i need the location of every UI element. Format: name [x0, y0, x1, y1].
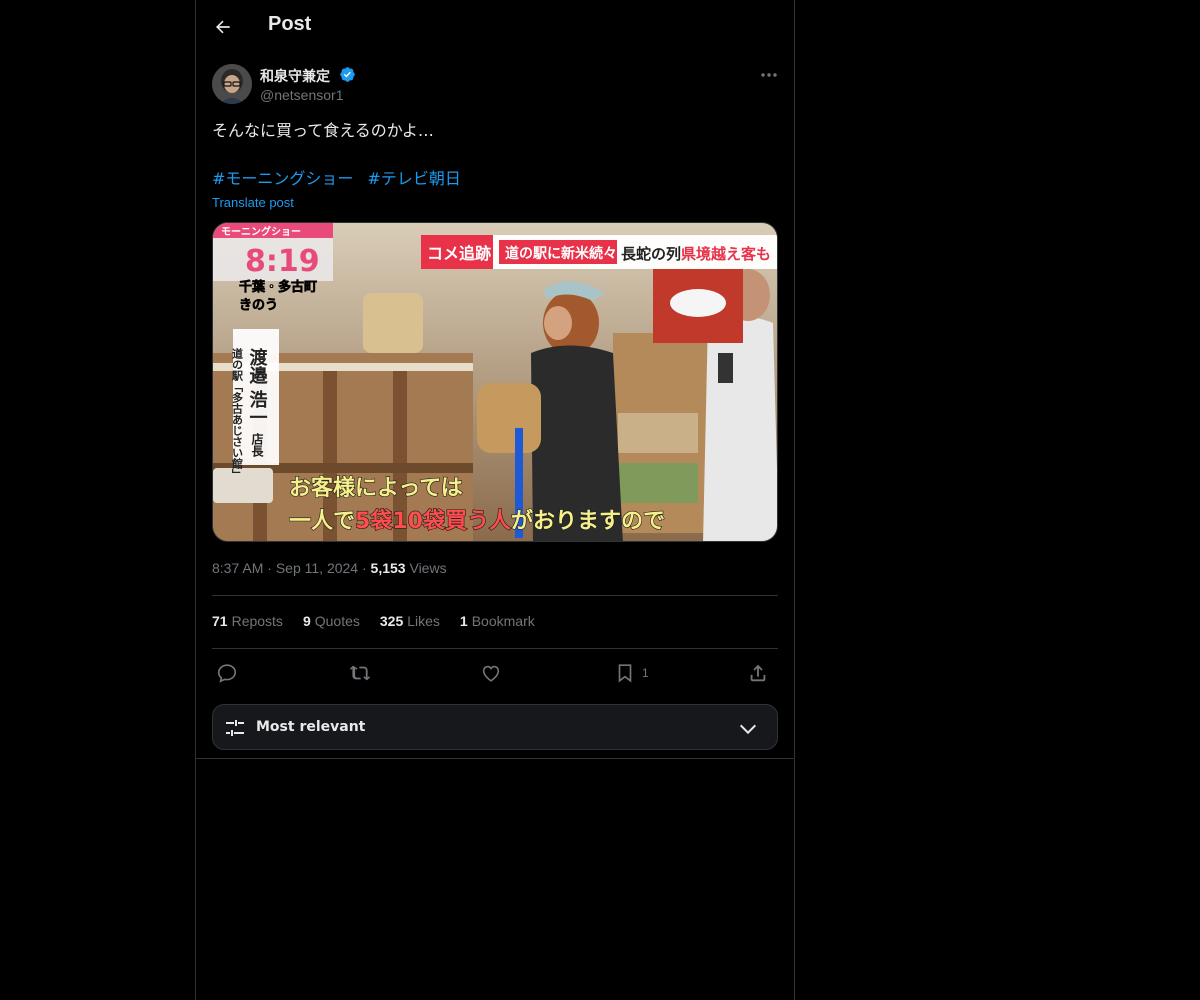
repost-button[interactable]: [349, 660, 371, 686]
speaker-name: 渡邉 浩一: [247, 347, 268, 426]
avatar-image: [212, 64, 252, 104]
separator: ·: [267, 560, 272, 576]
tv-screenshot: モーニングショー 8:19 コメ追跡 道の駅に新米続々 長蛇の列 県境越え客も …: [213, 223, 777, 541]
author-handle[interactable]: @netsensor1: [260, 87, 343, 103]
headline-main: 道の駅に新米続々: [505, 245, 617, 262]
translate-post-link[interactable]: Translate post: [212, 195, 294, 210]
post-date[interactable]: Sep 11, 2024: [276, 560, 358, 576]
post-text: そんなに買って食えるのかよ…: [212, 121, 434, 140]
hashtag-link[interactable]: #テレビ朝日: [367, 169, 460, 188]
repost-icon: [349, 665, 371, 681]
program-label: モーニングショー: [221, 225, 301, 238]
hashtag-link[interactable]: #モーニングショー: [212, 169, 353, 188]
sort-label: Most relevant: [256, 719, 366, 735]
post-media-image[interactable]: モーニングショー 8:19 コメ追跡 道の駅に新米続々 長蛇の列 県境越え客も …: [212, 222, 778, 542]
top-bar: Post: [196, 0, 794, 53]
likes-stat[interactable]: 325 Likes: [380, 613, 440, 629]
verified-badge-icon: [339, 66, 356, 83]
hashtags: #モーニングショー #テレビ朝日: [212, 169, 475, 189]
headline-sub2: 県境越え客も: [681, 245, 771, 263]
arrow-left-icon: [216, 20, 230, 34]
post-timestamp: 8:37 AM · Sep 11, 2024 · 5,153 Views: [212, 560, 447, 576]
action-bar: 1: [212, 658, 778, 688]
sliders-icon: [226, 720, 244, 736]
sort-replies-dropdown[interactable]: Most relevant: [212, 704, 778, 750]
post-time[interactable]: 8:37 AM: [212, 560, 263, 576]
bookmark-button[interactable]: 1: [614, 660, 649, 686]
views-count: 5,153: [370, 560, 406, 576]
quotes-stat[interactable]: 9 Quotes: [303, 613, 360, 629]
location-line1: 千葉・多古町: [239, 279, 317, 295]
separator: ·: [361, 560, 367, 576]
reply-icon: [217, 664, 237, 683]
clock-label: 8:19: [245, 244, 320, 279]
bookmark-icon: [618, 664, 632, 683]
back-button[interactable]: [208, 12, 238, 42]
main-column: Post 和泉守兼定 @netsensor1 そんなに買って食えるのかよ… #モ…: [195, 0, 795, 1000]
subtitle-line1: お客様によっては: [289, 475, 463, 501]
subtitle-line2: 一人で5袋10袋買う人がおりますので: [289, 508, 665, 534]
divider: [196, 758, 794, 759]
engagement-stats: 71 Reposts 9 Quotes 325 Likes 1 Bookmark: [212, 613, 535, 629]
headline-tag: コメ追跡: [427, 244, 491, 263]
more-dots-icon: [761, 73, 777, 77]
divider: [212, 595, 778, 596]
divider: [212, 648, 778, 649]
headline-sub1: 長蛇の列: [621, 245, 681, 263]
chevron-down-icon: [739, 724, 757, 735]
bookmark-count: 1: [642, 666, 649, 680]
more-options-button[interactable]: [756, 66, 782, 84]
reply-button[interactable]: [216, 660, 238, 686]
page-title: Post: [268, 13, 312, 35]
location-line2: きのう: [239, 298, 278, 313]
share-icon: [750, 664, 766, 682]
author-name[interactable]: 和泉守兼定: [260, 66, 330, 86]
bookmarks-stat[interactable]: 1 Bookmark: [460, 613, 535, 629]
views-label: Views: [409, 560, 447, 576]
share-button[interactable]: [747, 660, 769, 686]
like-button[interactable]: [480, 660, 502, 686]
speaker-org: 道の駅「多古あじさい館」: [231, 347, 245, 480]
heart-icon: [482, 665, 500, 682]
speaker-title: 店長: [250, 432, 264, 458]
reposts-stat[interactable]: 71 Reposts: [212, 613, 283, 629]
avatar[interactable]: [212, 64, 252, 104]
